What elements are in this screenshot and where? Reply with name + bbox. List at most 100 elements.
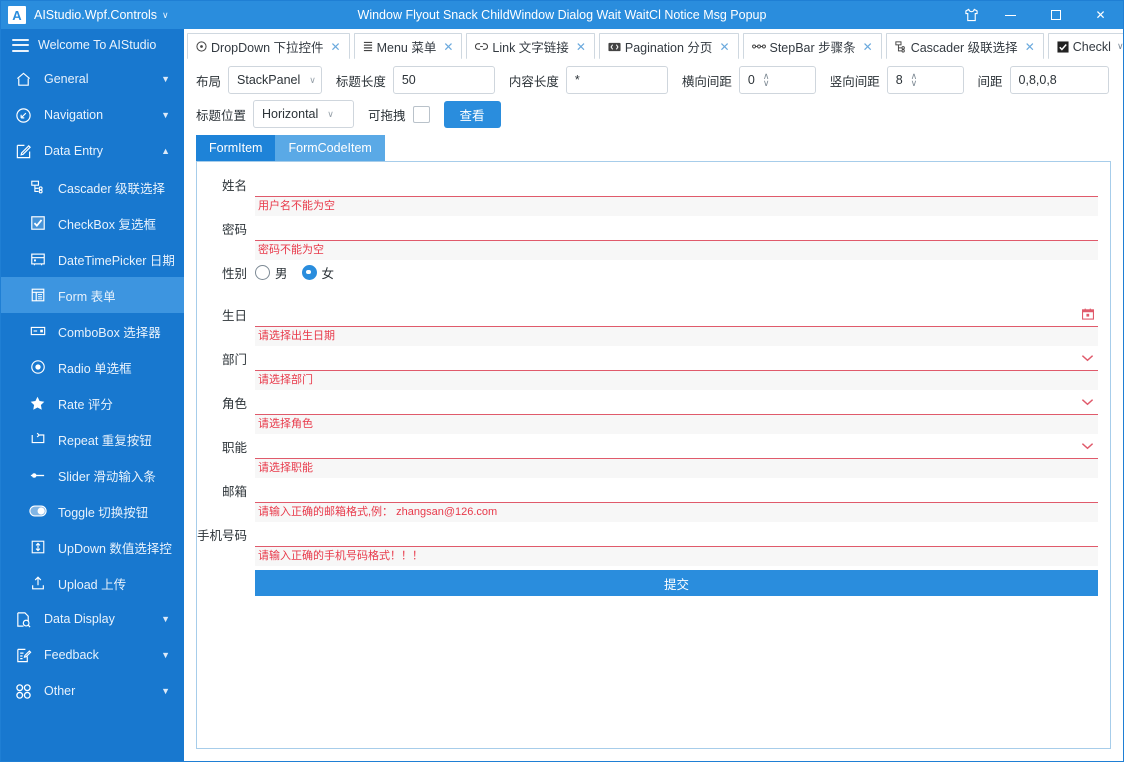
- form-field-password: 密码 密码不能为空: [197, 216, 1110, 260]
- sidebar-item-form[interactable]: Form 表单: [1, 277, 184, 313]
- submit-button[interactable]: 提交: [255, 570, 1098, 596]
- sidebar-item-label: ComboBox 选择器: [58, 325, 161, 340]
- birthday-datepicker[interactable]: [255, 302, 1098, 327]
- form-label: 部门: [221, 353, 247, 367]
- radio-female[interactable]: [301, 265, 317, 280]
- maximize-button[interactable]: [1033, 1, 1078, 29]
- tab-formcodeitem[interactable]: FormCodeItem: [275, 135, 385, 161]
- sidebar-item-datetimepicker[interactable]: DateTimePicker 日期: [1, 241, 184, 277]
- tab-dropdown[interactable]: DropDown 下拉控件 ✕: [187, 33, 350, 59]
- sidebar-item-toggle[interactable]: Toggle 切换按钮: [1, 493, 184, 529]
- form-body: 密码不能为空: [247, 216, 1098, 260]
- tab-formitem[interactable]: FormItem: [196, 135, 276, 161]
- close-button[interactable]: ✕: [1078, 1, 1123, 29]
- margin-input[interactable]: 0,8,0,8: [1009, 66, 1109, 94]
- sidebar-group-label: Feedback: [44, 648, 99, 662]
- sidebar-group-general[interactable]: General ▼: [1, 61, 184, 97]
- main-content: DropDown 下拉控件 ✕ Menu 菜单 ✕ Link 文字链接 ✕ Pa…: [184, 29, 1123, 761]
- sidebar-item-label: DateTimePicker 日期: [58, 253, 175, 268]
- title-length-value: 50: [401, 73, 416, 87]
- sidebar-item-label: Rate 评分: [58, 397, 113, 412]
- sidebar-group-feedback[interactable]: Feedback ▼: [1, 637, 184, 673]
- tab-cascader[interactable]: Cascader 级联选择 ✕: [885, 33, 1044, 59]
- sidebar-item-cascader[interactable]: Cascader 级联选择: [1, 169, 184, 205]
- layout-select[interactable]: StackPanel ∨: [228, 66, 322, 94]
- vertical-gap-stepper[interactable]: 8 ∧ ∨: [886, 66, 964, 94]
- role-select[interactable]: [255, 390, 1098, 415]
- sidebar-group-data-display[interactable]: Data Display ▼: [1, 601, 184, 637]
- spinner-down-icon[interactable]: ∨: [763, 79, 770, 88]
- tab-menu[interactable]: Menu 菜单 ✕: [353, 33, 463, 59]
- shirt-icon[interactable]: [954, 1, 988, 29]
- spinner-down-icon[interactable]: ∨: [911, 79, 918, 88]
- content-length-input[interactable]: *: [565, 66, 668, 94]
- sidebar-item-label: UpDown 数值选择控: [58, 541, 172, 556]
- tab-link[interactable]: Link 文字链接 ✕: [466, 33, 595, 59]
- chevron-down-icon[interactable]: ∨: [1117, 41, 1123, 52]
- hamburger-icon[interactable]: [12, 38, 29, 52]
- sidebar-item-combobox[interactable]: ComboBox 选择器: [1, 313, 184, 349]
- form-label: 角色: [221, 397, 247, 411]
- chevron-down-icon[interactable]: [1081, 442, 1094, 450]
- sidebar-item-updown[interactable]: UpDown 数值选择控: [1, 529, 184, 565]
- department-select[interactable]: [255, 346, 1098, 371]
- close-icon[interactable]: ✕: [863, 40, 873, 54]
- sidebar-group-other[interactable]: Other ▼: [1, 673, 184, 709]
- tab-label: Checkl: [1072, 39, 1111, 54]
- calendar-icon[interactable]: [1082, 308, 1094, 320]
- radio-male-label: 男: [275, 267, 288, 281]
- view-button[interactable]: 查看: [443, 100, 501, 128]
- sidebar-group-data-entry[interactable]: Data Entry ▲: [1, 133, 184, 169]
- spinner-icon[interactable]: ∧ ∨: [911, 72, 918, 88]
- tab-pagination[interactable]: Pagination 分页 ✕: [598, 33, 739, 59]
- sidebar-item-repeat[interactable]: Repeat 重复按钮: [1, 421, 184, 457]
- email-input[interactable]: [255, 478, 1098, 503]
- spinner-icon[interactable]: ∧ ∨: [763, 72, 770, 88]
- radio-male[interactable]: [255, 265, 270, 280]
- feedback-icon: [13, 645, 34, 666]
- title-length-input[interactable]: 50: [392, 66, 495, 94]
- form-field-name: 姓名 用户名不能为空: [197, 172, 1110, 216]
- chevron-up-icon[interactable]: ▲: [161, 146, 170, 156]
- name-input[interactable]: [255, 172, 1098, 197]
- password-input[interactable]: [255, 216, 1098, 241]
- chevron-down-icon[interactable]: ▼: [161, 110, 170, 120]
- tab-checkbox[interactable]: Checkl ∨: [1047, 33, 1123, 59]
- minimize-button[interactable]: [988, 1, 1033, 29]
- close-icon[interactable]: ✕: [331, 40, 341, 54]
- sidebar-item-rate[interactable]: Rate 评分: [1, 385, 184, 421]
- sidebar-item-radio[interactable]: Radio 单选框: [1, 349, 184, 385]
- title-position-select[interactable]: Horizontal ∨: [253, 100, 355, 128]
- sidebar-header[interactable]: Welcome To AIStudio: [1, 29, 184, 61]
- sidebar-group-label: Data Display: [44, 612, 115, 626]
- chevron-down-icon[interactable]: ▼: [161, 650, 170, 660]
- sidebar-group-label: General: [44, 72, 89, 86]
- close-icon[interactable]: ✕: [443, 40, 453, 54]
- validation-message: 请选择出生日期: [255, 327, 1098, 346]
- chevron-down-icon[interactable]: ▼: [161, 686, 170, 696]
- sidebar-item-upload[interactable]: Upload 上传: [1, 565, 184, 601]
- phone-input[interactable]: [255, 522, 1098, 547]
- window-body: Welcome To AIStudio General ▼ Navigation…: [1, 29, 1123, 761]
- app-logo-icon: A: [8, 6, 26, 24]
- chevron-down-icon[interactable]: [1081, 354, 1094, 362]
- close-icon[interactable]: ✕: [1025, 40, 1035, 54]
- form-body: 请选择出生日期: [247, 302, 1098, 346]
- chevron-down-icon[interactable]: ▼: [161, 614, 170, 624]
- tab-stepbar[interactable]: StepBar 步骤条 ✕: [742, 33, 882, 59]
- chevron-down-icon[interactable]: [1081, 398, 1094, 406]
- form-field-birthday: 生日 请选择出生日期: [197, 302, 1110, 346]
- form-field-phone: 手机号码 请输入正确的手机号码格式！！！: [197, 522, 1110, 566]
- sidebar-item-label: Toggle 切换按钮: [58, 505, 149, 520]
- function-select[interactable]: [255, 434, 1098, 459]
- draggable-checkbox[interactable]: [412, 105, 430, 123]
- form-body: 男 女: [247, 260, 1098, 302]
- sidebar-group-navigation[interactable]: Navigation ▼: [1, 97, 184, 133]
- horizontal-gap-stepper[interactable]: 0 ∧ ∨: [738, 66, 816, 94]
- close-icon[interactable]: ✕: [576, 40, 586, 54]
- close-icon[interactable]: ✕: [719, 40, 729, 54]
- chevron-down-icon[interactable]: ∨: [162, 10, 169, 21]
- sidebar-item-slider[interactable]: Slider 滑动输入条: [1, 457, 184, 493]
- chevron-down-icon[interactable]: ▼: [161, 74, 170, 84]
- sidebar-item-checkbox[interactable]: CheckBox 复选框: [1, 205, 184, 241]
